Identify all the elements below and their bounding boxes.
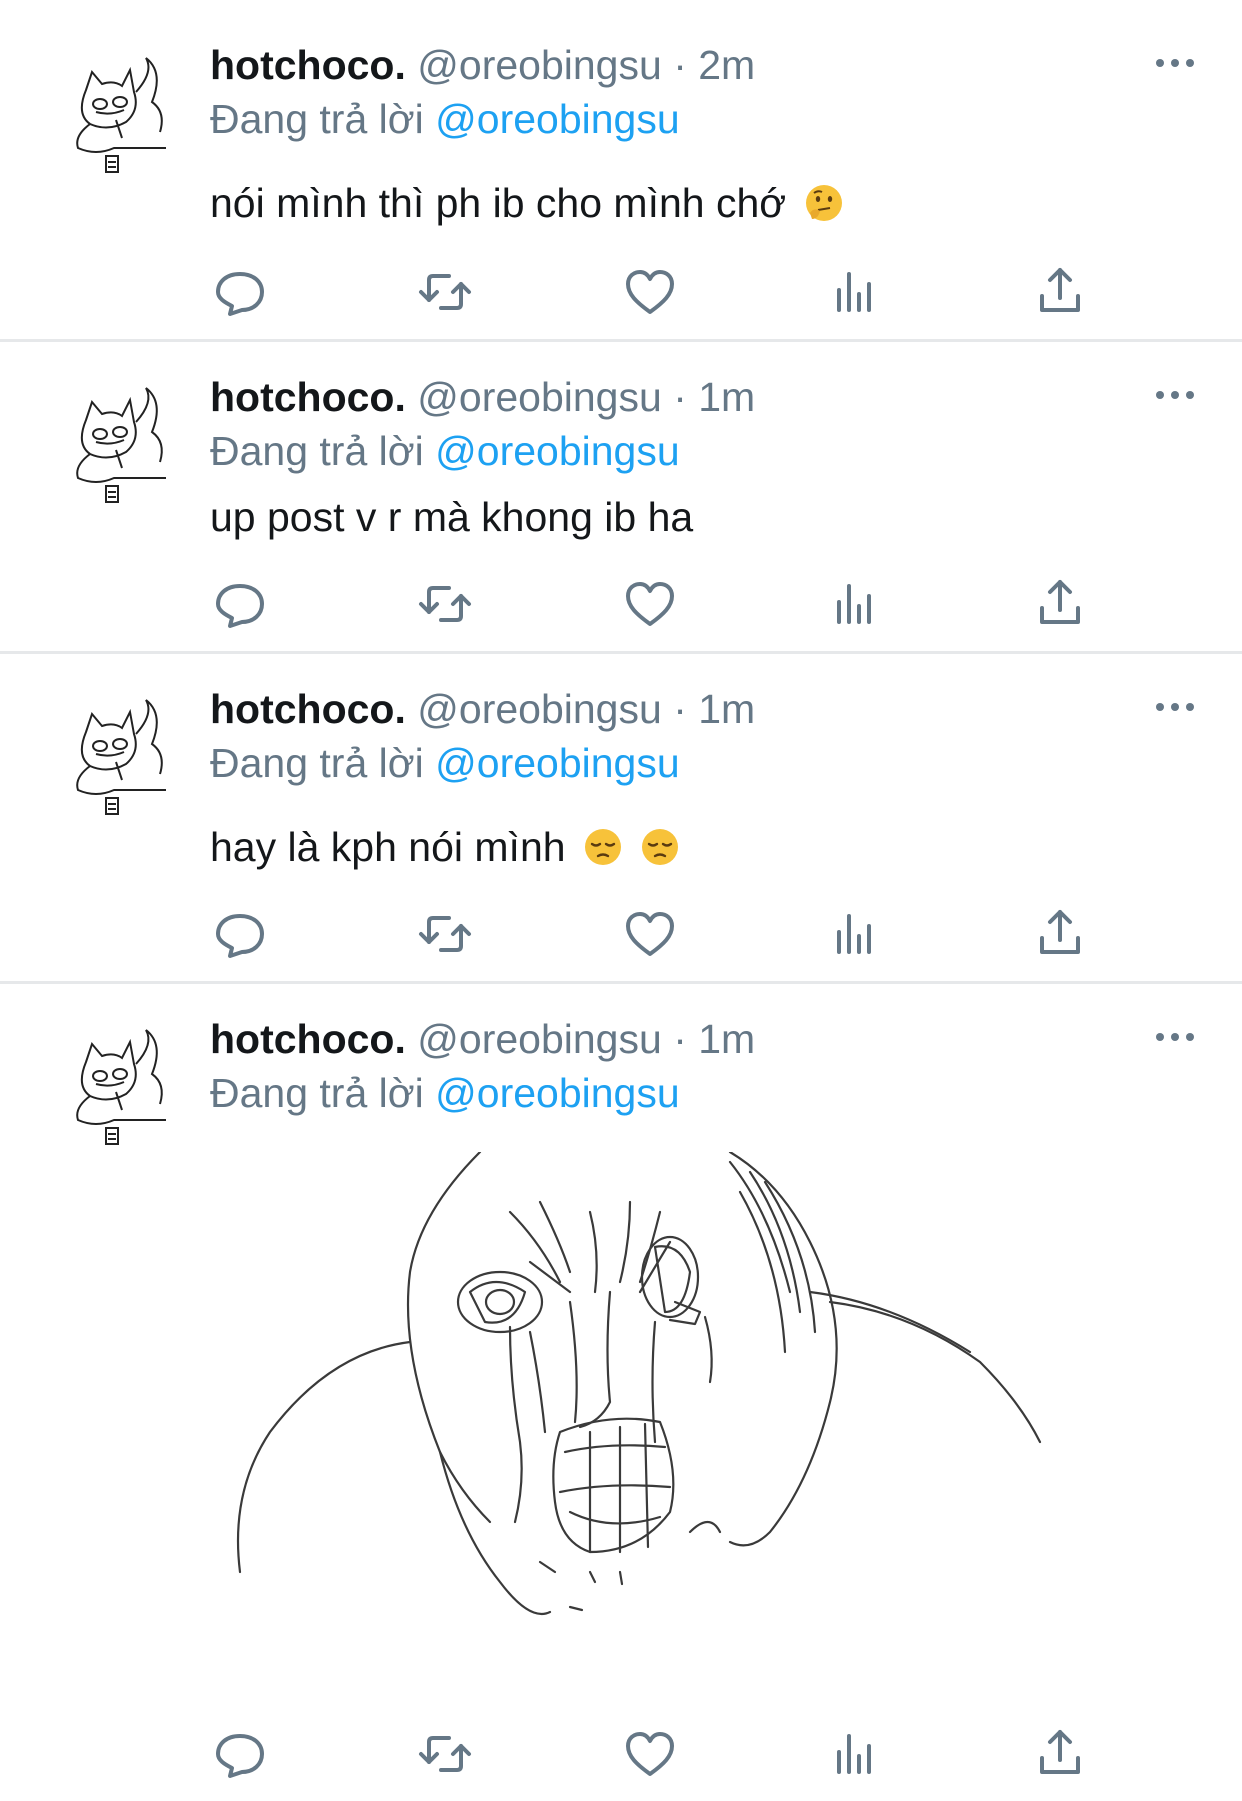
handle[interactable]: @oreobingsu <box>417 42 662 88</box>
retweet-icon <box>419 1736 471 1772</box>
retweet-button[interactable] <box>415 262 475 322</box>
timestamp[interactable]: 1m <box>698 686 755 732</box>
display-name[interactable]: hotchoco. <box>210 1016 406 1062</box>
more-icon[interactable] <box>1150 1022 1200 1052</box>
handle[interactable]: @oreobingsu <box>417 374 662 420</box>
tweet-actions <box>210 262 1090 322</box>
tweet-header: hotchoco. @oreobingsu · 2m <box>210 38 755 92</box>
tweet-body: up post v r mà khong ib ha <box>210 494 694 540</box>
reply-context: Đang trả lời @oreobingsu <box>210 736 680 790</box>
tweet-actions <box>210 574 1090 634</box>
display-name[interactable]: hotchoco. <box>210 686 406 732</box>
like-button[interactable] <box>620 904 680 964</box>
reply-prefix: Đang trả lời <box>210 740 424 786</box>
tweet-body: nói mình thì ph ib cho mình chớ <box>210 180 787 226</box>
more-icon[interactable] <box>1150 48 1200 78</box>
tweet-media-image[interactable] <box>210 1152 1140 1692</box>
display-name[interactable]: hotchoco. <box>210 42 406 88</box>
analytics-icon <box>837 914 871 954</box>
reply-mention[interactable]: @oreobingsu <box>435 740 680 786</box>
retweet-button[interactable] <box>415 904 475 964</box>
retweet-button[interactable] <box>415 1724 475 1784</box>
avatar-cat-sketch-icon[interactable] <box>56 1024 176 1164</box>
retweet-icon <box>419 274 471 310</box>
tweet-text: hay là kph nói mình <box>210 820 680 874</box>
tweet[interactable]: hotchoco. @oreobingsu · 1m Đang trả lời … <box>0 342 1242 654</box>
reply-button[interactable] <box>210 262 270 322</box>
retweet-button[interactable] <box>415 574 475 634</box>
reply-context: Đang trả lời @oreobingsu <box>210 424 680 478</box>
reply-prefix: Đang trả lời <box>210 428 424 474</box>
reply-button[interactable] <box>210 904 270 964</box>
retweet-icon <box>419 916 471 952</box>
analytics-icon <box>837 272 871 312</box>
tweet-actions <box>210 1724 1090 1784</box>
like-icon <box>626 582 674 626</box>
timestamp[interactable]: 2m <box>698 42 755 88</box>
share-icon <box>1040 1730 1080 1774</box>
handle[interactable]: @oreobingsu <box>417 686 662 732</box>
tweet-header: hotchoco. @oreobingsu · 1m <box>210 370 755 424</box>
timestamp[interactable]: 1m <box>698 374 755 420</box>
share-icon <box>1040 580 1080 624</box>
analytics-button[interactable] <box>825 574 885 634</box>
reply-icon <box>216 1734 264 1778</box>
tweet[interactable]: hotchoco. @oreobingsu · 1m Đang trả lời … <box>0 654 1242 984</box>
reply-mention[interactable]: @oreobingsu <box>435 1070 680 1116</box>
reply-context: Đang trả lời @oreobingsu <box>210 1066 680 1120</box>
reply-prefix: Đang trả lời <box>210 96 424 142</box>
like-button[interactable] <box>620 574 680 634</box>
tweet-text: nói mình thì ph ib cho mình chớ <box>210 176 844 230</box>
like-button[interactable] <box>620 1724 680 1784</box>
reply-icon <box>216 584 264 628</box>
analytics-icon <box>837 1734 871 1774</box>
reply-button[interactable] <box>210 1724 270 1784</box>
separator: · <box>673 686 687 732</box>
avatar-cat-sketch-icon[interactable] <box>56 694 176 834</box>
reply-mention[interactable]: @oreobingsu <box>435 428 680 474</box>
share-button[interactable] <box>1030 262 1090 322</box>
thinking-face-icon <box>805 185 842 221</box>
share-icon <box>1040 268 1080 312</box>
tweet[interactable]: hotchoco. @oreobingsu · 1m Đang trả lời … <box>0 984 1242 1801</box>
tweet-body: hay là kph nói mình <box>210 824 566 870</box>
reply-mention[interactable]: @oreobingsu <box>435 96 680 142</box>
avatar-cat-sketch-icon[interactable] <box>56 382 176 522</box>
reply-icon <box>216 914 264 958</box>
reply-prefix: Đang trả lời <box>210 1070 424 1116</box>
handle[interactable]: @oreobingsu <box>417 1016 662 1062</box>
timestamp[interactable]: 1m <box>698 1016 755 1062</box>
separator: · <box>673 1016 687 1062</box>
analytics-button[interactable] <box>825 262 885 322</box>
analytics-button[interactable] <box>825 1724 885 1784</box>
avatar-cat-sketch-icon[interactable] <box>56 52 176 192</box>
tweet-header: hotchoco. @oreobingsu · 1m <box>210 1012 755 1066</box>
more-icon[interactable] <box>1150 380 1200 410</box>
tweet[interactable]: hotchoco. @oreobingsu · 2m Đang trả lời … <box>0 0 1242 342</box>
retweet-icon <box>419 586 471 622</box>
crying-face-sketch-image <box>236 1152 1042 1616</box>
share-button[interactable] <box>1030 1724 1090 1784</box>
share-button[interactable] <box>1030 904 1090 964</box>
separator: · <box>673 374 687 420</box>
reply-icon <box>216 272 264 316</box>
more-icon[interactable] <box>1150 692 1200 722</box>
like-icon <box>626 1732 674 1776</box>
tweet-header: hotchoco. @oreobingsu · 1m <box>210 682 755 736</box>
like-icon <box>626 270 674 314</box>
share-button[interactable] <box>1030 574 1090 634</box>
reply-context: Đang trả lời @oreobingsu <box>210 92 680 146</box>
pensive-face-icon <box>642 829 679 865</box>
display-name[interactable]: hotchoco. <box>210 374 406 420</box>
tweet-text: up post v r mà khong ib ha <box>210 490 693 544</box>
analytics-button[interactable] <box>825 904 885 964</box>
pensive-face-icon <box>584 829 621 865</box>
tweet-actions <box>210 904 1090 964</box>
analytics-icon <box>837 584 871 624</box>
like-button[interactable] <box>620 262 680 322</box>
like-icon <box>626 912 674 956</box>
share-icon <box>1040 910 1080 954</box>
separator: · <box>673 42 687 88</box>
reply-button[interactable] <box>210 574 270 634</box>
